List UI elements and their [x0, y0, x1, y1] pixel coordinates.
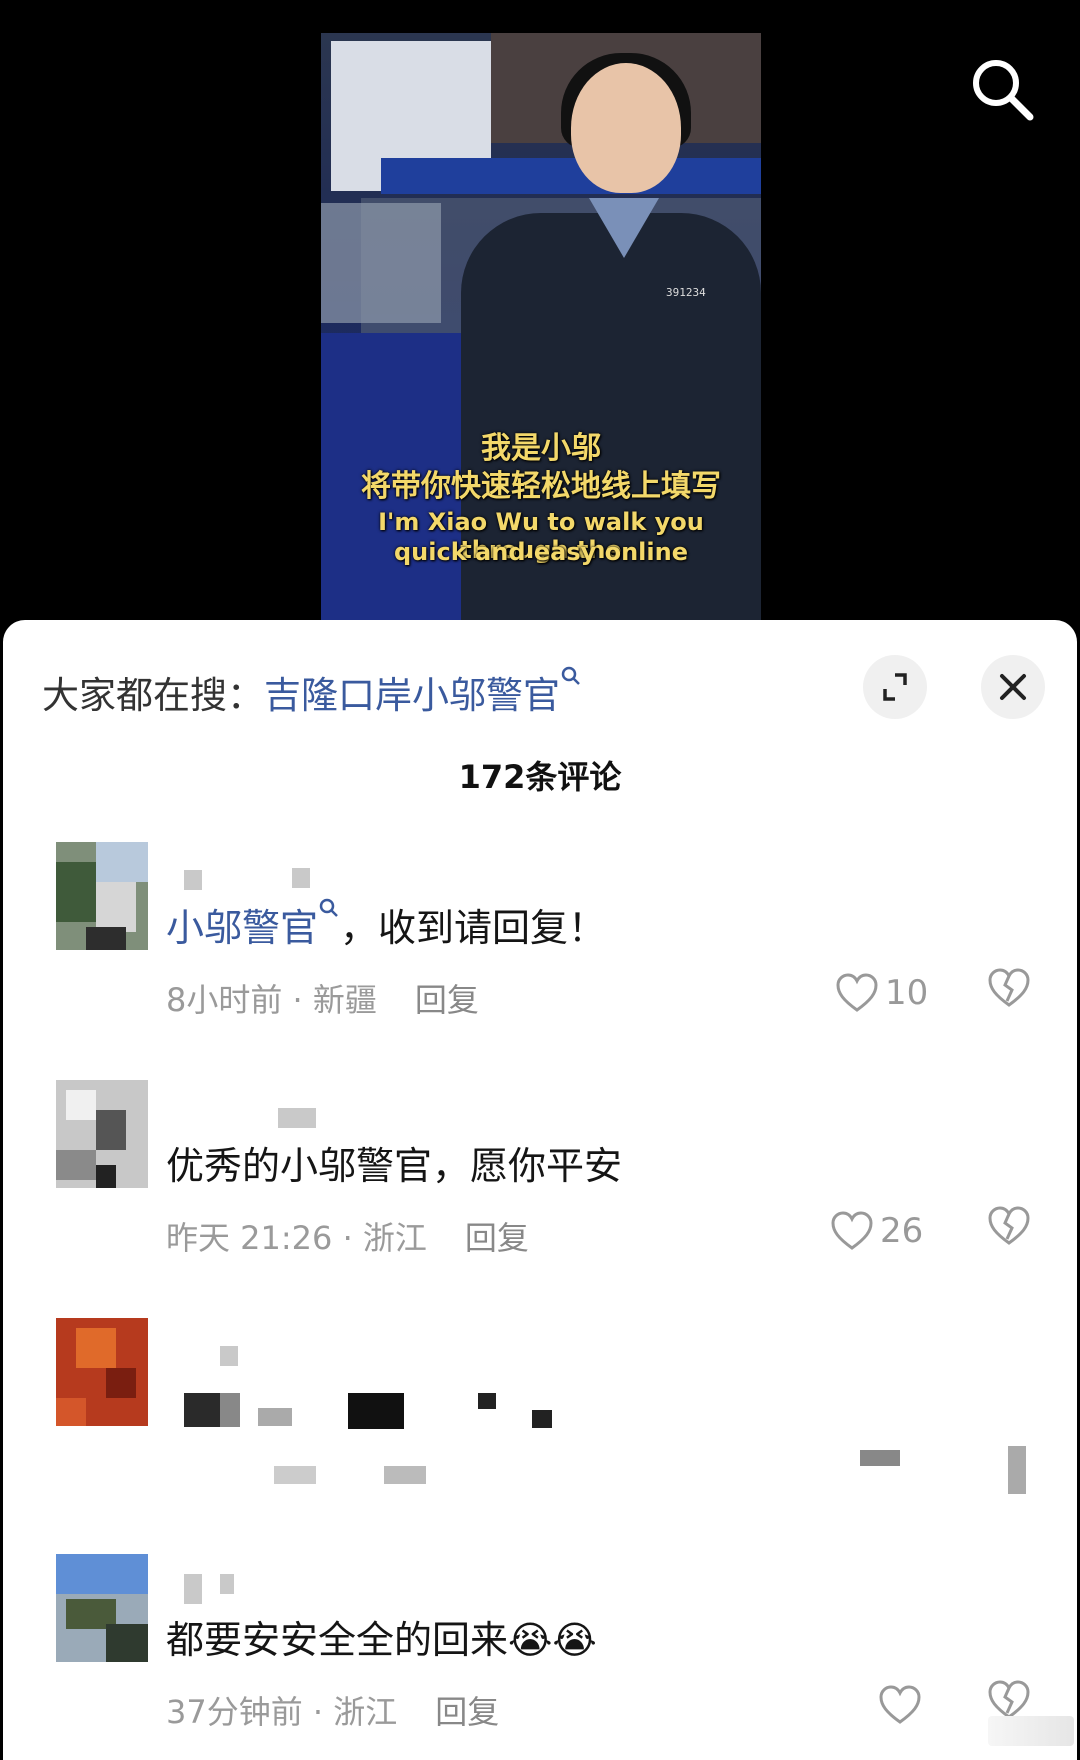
heart-icon: [879, 1685, 921, 1724]
video-subtitle-line2: 将带你快速轻松地线上填写: [361, 469, 721, 504]
search-small-icon: [561, 666, 580, 685]
broken-heart-icon: [988, 968, 1030, 1007]
expand-icon: [883, 673, 907, 701]
comment-body: ，收到请回复！: [340, 906, 607, 950]
avatar[interactable]: [56, 842, 148, 950]
time-location: 8小时前 · 新疆: [166, 981, 377, 1019]
username-redacted[interactable]: [168, 850, 368, 890]
comment-meta: 8小时前 · 新疆 回复: [166, 975, 479, 1021]
comment-count-title: 172条评论: [458, 758, 622, 796]
username-redacted[interactable]: [168, 1562, 368, 1604]
like-button[interactable]: 10: [835, 968, 928, 1018]
video-frame: 391234 我是小邬 将带你快速轻松地线上填写 I'm Xiao Wu to …: [321, 33, 761, 633]
search-button[interactable]: [968, 55, 1038, 125]
officer-face: [571, 63, 681, 193]
hot-search-prefix: 大家都在搜：: [42, 674, 264, 717]
video-subtitle-line4: quick and easy online: [394, 538, 688, 566]
like-count: 26: [880, 1211, 924, 1251]
time-location: 37分钟前 · 浙江: [166, 1693, 398, 1731]
like-button[interactable]: [878, 1680, 922, 1730]
expand-button[interactable]: [863, 655, 927, 719]
hot-search-term[interactable]: 吉隆口岸小邬警官: [264, 674, 560, 717]
avatar[interactable]: [56, 1554, 148, 1662]
comment-text: 小邬警官 ，收到请回复！: [166, 897, 606, 952]
comment-meta: 37分钟前 · 浙江 回复: [166, 1687, 499, 1733]
comment-text: 优秀的小邬警官，愿你平安: [166, 1144, 623, 1188]
time-location: 昨天 21:26 · 浙江: [166, 1219, 427, 1257]
like-button[interactable]: 26: [830, 1206, 923, 1256]
reply-button[interactable]: 回复: [435, 1693, 499, 1731]
username-redacted[interactable]: [168, 1326, 368, 1366]
reply-button[interactable]: 回复: [415, 981, 479, 1019]
avatar[interactable]: [56, 1080, 148, 1188]
search-small-icon: [319, 898, 338, 917]
close-icon: [1000, 674, 1026, 700]
reply-button[interactable]: 回复: [465, 1219, 529, 1257]
username-redacted[interactable]: [168, 1088, 368, 1128]
broken-heart-icon: [988, 1206, 1030, 1245]
watermark: [988, 1716, 1074, 1746]
heart-icon: [836, 973, 878, 1012]
video-player[interactable]: 391234 我是小邬 将带你快速轻松地线上填写 I'm Xiao Wu to …: [0, 0, 1080, 640]
gate-rail: [321, 203, 441, 323]
search-icon: [973, 60, 1034, 121]
badge-number: 391234: [666, 286, 706, 299]
avatar[interactable]: [56, 1318, 148, 1426]
immigration-banner: [381, 158, 761, 194]
hot-search-bar[interactable]: 大家都在搜：吉隆口岸小邬警官: [42, 665, 582, 719]
close-button[interactable]: [981, 655, 1045, 719]
like-count: 10: [885, 973, 929, 1013]
dislike-button[interactable]: [987, 968, 1037, 1018]
comment-meta: 昨天 21:26 · 浙江 回复: [166, 1213, 529, 1259]
mention-link[interactable]: 小邬警官: [166, 906, 318, 950]
broken-heart-icon: [988, 1680, 1030, 1719]
comment-text: 都要安安全全的回来😭😭: [166, 1618, 597, 1662]
heart-icon: [831, 1211, 873, 1250]
dislike-button[interactable]: [987, 1206, 1037, 1256]
